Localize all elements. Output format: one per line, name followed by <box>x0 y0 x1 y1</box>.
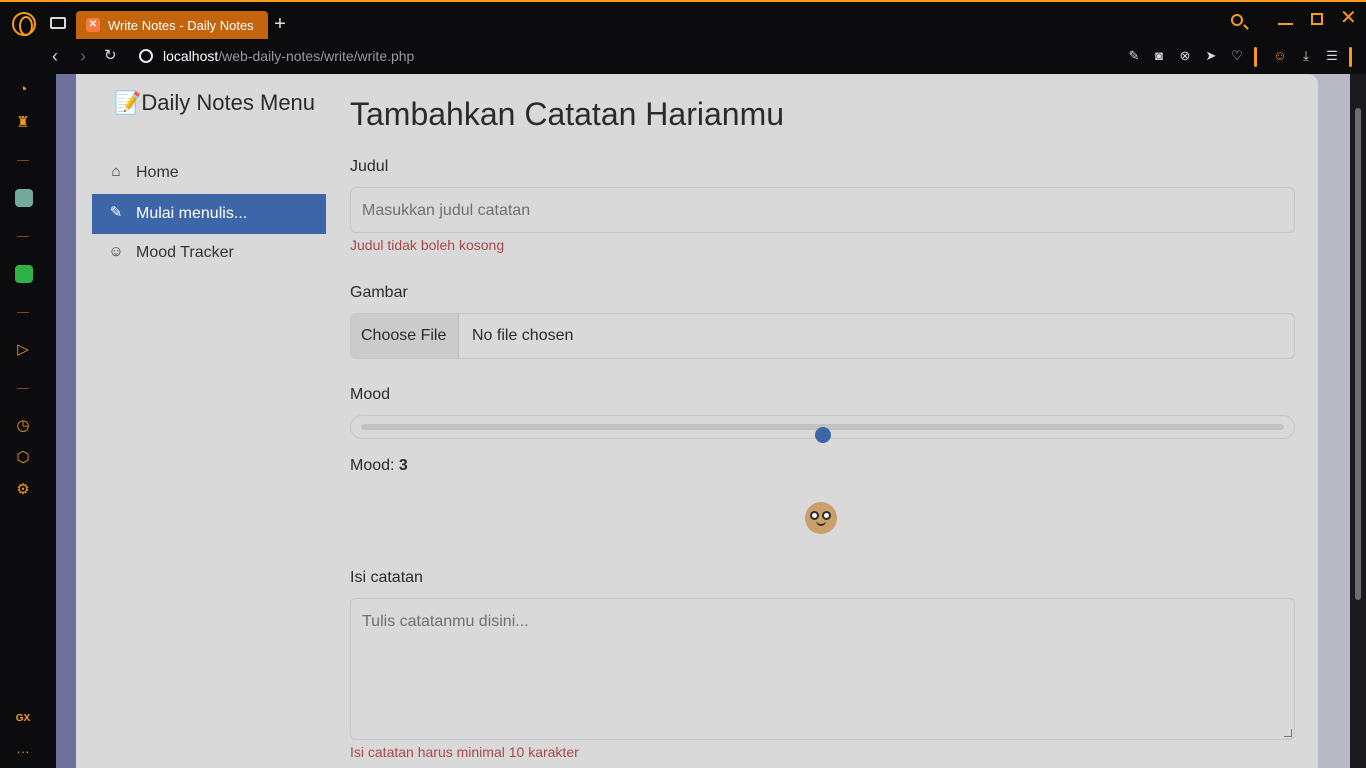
gx-corner-icon[interactable]: ♜ <box>15 115 31 131</box>
scrollbar-thumb[interactable] <box>1355 108 1361 600</box>
isi-placeholder: Tulis catatanmu disini... <box>362 613 529 630</box>
resize-grip[interactable] <box>1284 729 1292 737</box>
url-host: localhost <box>163 48 219 64</box>
tab-switcher-icon[interactable] <box>50 17 66 29</box>
close-window-icon[interactable]: ✕ <box>1340 8 1357 28</box>
search-icon[interactable] <box>1231 14 1243 26</box>
isi-textarea[interactable]: Tulis catatanmu disini... <box>350 598 1295 740</box>
mood-readout-label: Mood: <box>350 457 399 474</box>
history-icon[interactable]: ◷ <box>15 418 31 434</box>
back-icon[interactable]: ‹ <box>52 47 58 65</box>
forward-icon[interactable]: › <box>80 47 86 65</box>
choose-file-label: Choose File <box>361 327 447 344</box>
judul-error: Judul tidak boleh kosong <box>350 237 505 253</box>
note-form-card: Tambahkan Catatan Harianmu Judul Masukka… <box>326 74 1318 768</box>
mood-readout: Mood: 3 <box>350 457 408 475</box>
gambar-file-input[interactable]: Choose File No file chosen <box>350 313 1295 359</box>
gambar-label: Gambar <box>350 284 408 301</box>
pencil-icon: ✎ <box>109 204 123 221</box>
chatgpt-icon[interactable] <box>15 189 33 207</box>
mood-face-eye <box>810 511 819 520</box>
mood-slider[interactable] <box>350 415 1295 443</box>
download-icon[interactable]: ⤓ <box>1299 49 1313 63</box>
url-field[interactable]: localhost/web-daily-notes/write/write.ph… <box>163 48 414 64</box>
judul-label: Judul <box>350 158 389 175</box>
sidebar-separator <box>17 160 29 161</box>
mood-slider-track <box>361 424 1284 443</box>
page-title: Tambahkan Catatan Harianmu <box>350 96 785 132</box>
sidebar-separator <box>17 236 29 237</box>
reload-icon[interactable]: ↻ <box>104 47 117 65</box>
menu-title: 📝Daily Notes Menu <box>114 90 316 115</box>
new-tab-button[interactable]: + <box>272 14 288 34</box>
url-path: /web-daily-notes/write/write.php <box>218 48 415 64</box>
extensions-cube-icon[interactable]: ⬡ <box>15 450 31 466</box>
site-info-globe-icon[interactable] <box>139 49 153 63</box>
heart-icon[interactable]: ♡ <box>1230 49 1244 63</box>
menu-item-label: Mulai menulis... <box>136 205 248 222</box>
snapshot-edit-icon[interactable]: ✎ <box>1127 49 1141 63</box>
more-options-icon[interactable]: ··· <box>15 744 31 760</box>
minimize-window-icon[interactable] <box>1278 23 1293 25</box>
menu-item-label: Mood Tracker <box>136 244 234 261</box>
toolbar-divider <box>1254 47 1257 67</box>
menu-item-mood-tracker[interactable]: ☺ Mood Tracker <box>92 233 326 273</box>
mood-value: 3 <box>398 457 408 474</box>
player-icon[interactable]: ▷ <box>15 342 31 358</box>
menu-item-home[interactable]: ⌂ Home <box>92 153 326 193</box>
page-left-strip <box>56 74 76 768</box>
choose-file-button[interactable]: Choose File <box>351 314 459 358</box>
shield-icon[interactable]: ⊗ <box>1178 49 1192 63</box>
isi-label: Isi catatan <box>350 569 423 586</box>
camera-icon[interactable]: ◙ <box>1152 49 1166 63</box>
judul-input[interactable]: Masukkan judul catatan <box>350 187 1295 233</box>
page-body: 📝Daily Notes Menu ⌂ Home ✎ Mulai menulis… <box>56 74 1350 768</box>
page-scrollbar[interactable] <box>1350 74 1366 768</box>
easy-setup-icon[interactable]: ☰ <box>1325 49 1339 63</box>
menu-item-mulai-menulis[interactable]: ✎ Mulai menulis... <box>92 194 326 234</box>
whatsapp-icon[interactable] <box>15 265 33 283</box>
file-status: No file chosen <box>472 327 574 344</box>
mood-slider-thumb[interactable] <box>814 427 831 443</box>
maximize-window-icon[interactable] <box>1311 13 1323 25</box>
profile-icon[interactable]: ☺ <box>1273 49 1287 63</box>
judul-placeholder: Masukkan judul catatan <box>362 202 531 219</box>
xampp-favicon-icon: ✕ <box>86 18 100 32</box>
send-icon[interactable]: ➤ <box>1204 49 1218 63</box>
gx-control-icon[interactable]: ◔ <box>15 82 31 98</box>
browser-sidebar: ◔ ♜ ▷ ◷ ⬡ ⚙ GX ··· <box>0 74 44 768</box>
page-viewport: 📝Daily Notes Menu ⌂ Home ✎ Mulai menulis… <box>44 74 1350 768</box>
mood-label: Mood <box>350 386 391 403</box>
sidebar-separator <box>17 388 29 389</box>
settings-gear-icon[interactable]: ⚙ <box>15 482 31 498</box>
tab-title: Write Notes - Daily Notes <box>108 18 254 33</box>
menu-item-label: Home <box>136 164 179 181</box>
home-icon: ⌂ <box>111 163 121 180</box>
gx-label[interactable]: GX <box>13 711 33 727</box>
toolbar-divider <box>1349 47 1352 67</box>
opera-gx-logo-icon[interactable] <box>12 12 36 36</box>
mood-face-icon <box>805 502 837 534</box>
browser-tab-active[interactable]: ✕ Write Notes - Daily Notes <box>76 11 268 39</box>
sidebar-separator <box>17 312 29 313</box>
isi-error: Isi catatan harus minimal 10 karakter <box>350 744 579 760</box>
mood-face-mouth <box>816 521 826 526</box>
address-bar: ‹ › ↻ localhost/web-daily-notes/write/wr… <box>44 40 1366 74</box>
browser-tab-bar: ✕ Write Notes - Daily Notes + ✕ <box>0 0 1366 40</box>
mood-face-eye <box>822 511 831 520</box>
smiley-icon: ☺ <box>108 243 124 260</box>
